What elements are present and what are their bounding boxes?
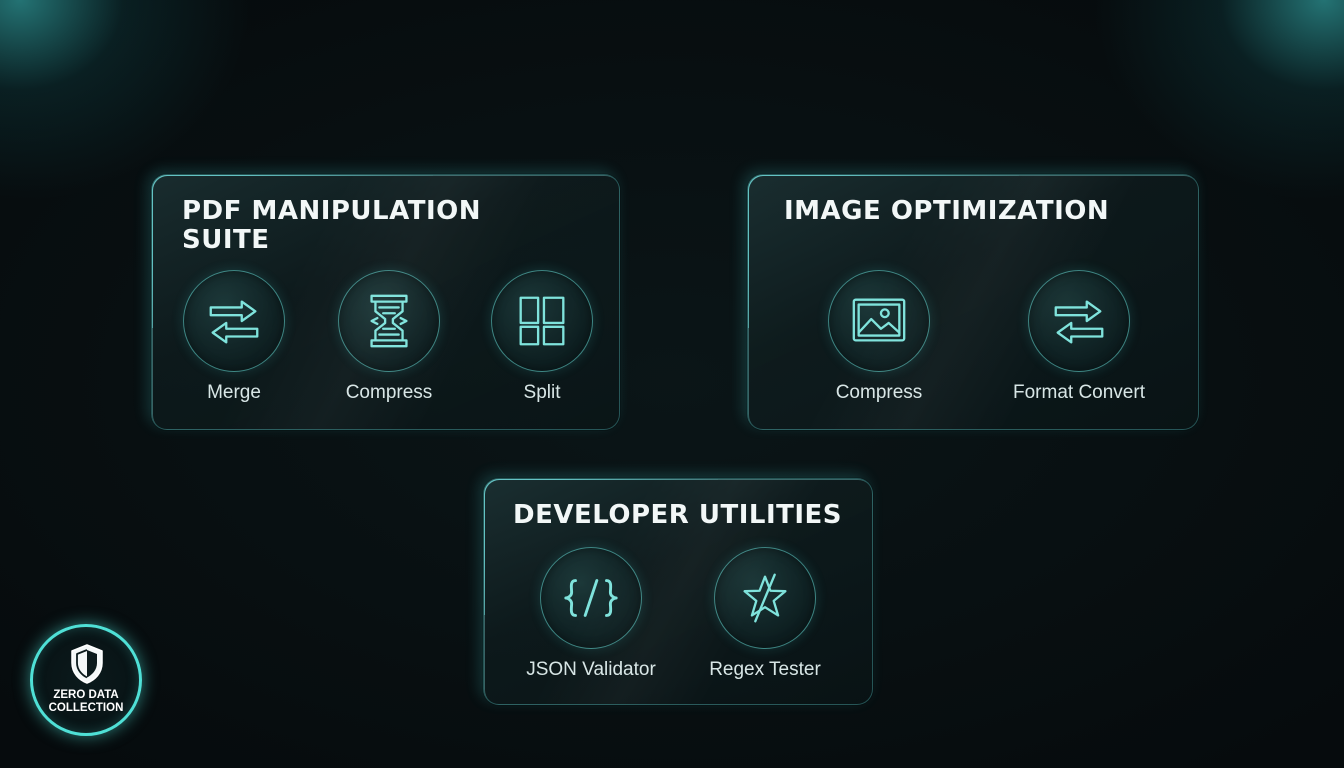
star-slash-icon [743,573,787,623]
tool-format-convert-button[interactable] [1028,270,1130,372]
tool-label: Compress [835,382,923,403]
tool-format-convert[interactable]: Format Convert [999,270,1159,404]
grid-split-icon [519,296,565,346]
panel-pdf-manipulation: PDF MANIPULATION SUITE Merge Compress Sp… [151,174,620,430]
tool-merge[interactable]: Merge [154,270,314,404]
tool-split-button[interactable] [491,270,593,372]
swap-arrows-icon [1054,300,1104,344]
tool-label: Split [523,382,561,403]
tool-merge-button[interactable] [183,270,285,372]
tool-label: Format Convert [1013,382,1145,403]
tool-label: JSON Validator [526,659,656,680]
shield-icon [71,644,103,684]
image-icon [852,298,906,342]
panel-title: DEVELOPER UTILITIES [513,500,843,530]
zero-data-collection-badge: ZERO DATA COLLECTION [30,624,142,736]
tool-image-compress[interactable]: Compress [799,270,959,404]
swap-arrows-icon [209,300,259,344]
panel-developer-utilities: DEVELOPER UTILITIES JSON Validator Regex… [483,478,873,705]
tool-regex-tester-button[interactable] [714,547,816,649]
tool-regex-tester[interactable]: Regex Tester [685,547,845,681]
code-braces-icon [564,579,618,617]
tool-json-validator[interactable]: JSON Validator [511,547,671,681]
tool-image-compress-button[interactable] [828,270,930,372]
tool-pdf-compress[interactable]: Compress [309,270,469,404]
panel-title: IMAGE OPTIMIZATION [784,196,1110,226]
hourglass-compress-icon [370,294,408,348]
panel-image-optimization: IMAGE OPTIMIZATION Compress Format Conve… [747,174,1199,430]
tool-label: Merge [207,382,261,403]
tool-pdf-compress-button[interactable] [338,270,440,372]
panel-title: PDF MANIPULATION SUITE [182,196,481,255]
badge-text: ZERO DATA COLLECTION [48,689,124,714]
tool-json-validator-button[interactable] [540,547,642,649]
tool-label: Compress [345,382,433,403]
tool-split[interactable]: Split [462,270,619,404]
tool-label: Regex Tester [709,659,821,680]
